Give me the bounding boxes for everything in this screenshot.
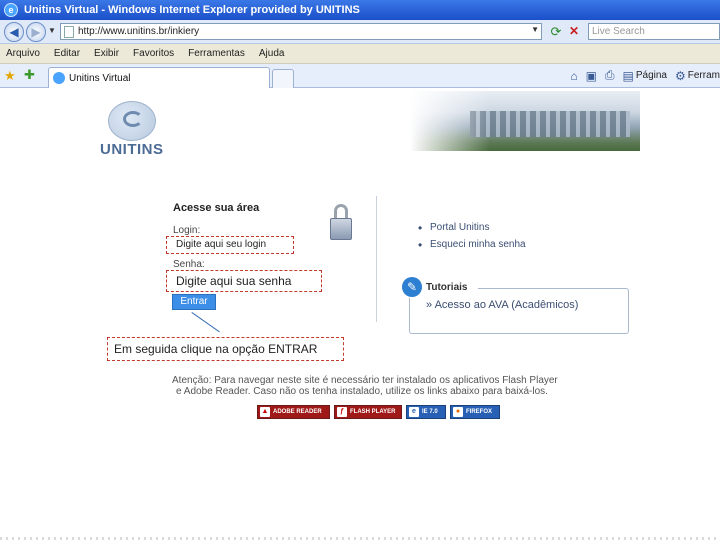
print-icon[interactable]: ⎙: [605, 68, 615, 83]
tab-unitins-virtual[interactable]: Unitins Virtual: [48, 67, 270, 88]
menu-item-arquivo[interactable]: Arquivo: [6, 48, 40, 59]
search-input[interactable]: Live Search: [588, 23, 720, 40]
ie7-label: IE 7.0: [422, 409, 438, 415]
notice-line-1: Atenção: Para navegar neste site é neces…: [172, 375, 558, 386]
history-dropdown-icon[interactable]: ▼: [48, 26, 56, 35]
flash-player-label: FLASH PLAYER: [350, 409, 396, 415]
password-label: Senha:: [173, 259, 205, 270]
favorites-star-icon[interactable]: ★: [4, 68, 16, 84]
address-toolbar: ◀ ▶ ▼ http://www.unitins.br/inkiery ▼ ⟳ …: [0, 20, 720, 44]
add-favorite-icon[interactable]: ✚: [24, 67, 35, 83]
ie-logo-icon: e: [409, 407, 419, 417]
instruction-callout: Em seguida clique na opção ENTRAR: [107, 337, 344, 361]
plugin-notice: Atenção: Para navegar neste site é neces…: [172, 375, 592, 397]
adobe-reader-button[interactable]: ▲ ADOBE READER: [257, 405, 330, 419]
window-title-bar: e Unitins Virtual - Windows Internet Exp…: [0, 0, 720, 20]
menu-item-editar[interactable]: Editar: [54, 48, 80, 59]
menu-item-exibir[interactable]: Exibir: [94, 48, 119, 59]
menu-item-ferramentas[interactable]: Ferramentas: [188, 48, 245, 59]
url-text: http://www.unitins.br/inkiery: [78, 26, 200, 37]
tab-bar: ★ ✚ Unitins Virtual ⌂ ▣ ⎙ ▤ Página ⚙ Fer…: [0, 64, 720, 88]
firefox-icon: ●: [453, 407, 463, 417]
logo-swirl-icon: [123, 111, 143, 127]
page-menu-label[interactable]: Página: [636, 70, 667, 81]
firefox-label: FIREFOX: [466, 409, 493, 415]
plugin-downloads: ▲ ADOBE READER ƒ FLASH PLAYER e IE 7.0 ●…: [257, 405, 504, 419]
link-forgot-password[interactable]: Esqueci minha senha: [418, 238, 526, 256]
tab-label: Unitins Virtual: [69, 72, 131, 84]
menu-item-ajuda[interactable]: Ajuda: [259, 48, 285, 59]
password-field[interactable]: Digite aqui sua senha: [166, 270, 322, 292]
wrench-icon: ✎: [402, 277, 422, 297]
login-label: Login:: [173, 225, 201, 236]
link-acesso-ava[interactable]: » Acesso ao AVA (Acadêmicos): [426, 299, 578, 311]
tab-favicon-icon: [53, 72, 65, 84]
section-divider: [376, 196, 377, 322]
site-header: UNITINS: [90, 91, 640, 158]
window-title: Unitins Virtual - Windows Internet Explo…: [24, 4, 360, 16]
link-portal-unitins[interactable]: Portal Unitins: [418, 221, 526, 239]
tools-menu-icon[interactable]: ⚙: [675, 69, 686, 83]
login-title: Acesse sua área: [173, 202, 260, 214]
ie-icon: e: [4, 3, 18, 17]
forward-button[interactable]: ▶: [26, 22, 46, 42]
feeds-icon[interactable]: ▣: [586, 69, 597, 83]
new-tab-button[interactable]: [272, 69, 294, 88]
entrar-button[interactable]: Entrar: [172, 294, 216, 310]
page-icon: [64, 25, 74, 38]
flash-icon: ƒ: [337, 407, 347, 417]
site-logo-text: UNITINS: [100, 141, 164, 158]
home-icon[interactable]: ⌂: [570, 69, 577, 83]
tutoriais-title: Tutoriais: [426, 281, 468, 293]
page-menu-icon[interactable]: ▤: [623, 69, 634, 83]
pdf-icon: ▲: [260, 407, 270, 417]
login-field[interactable]: Digite aqui seu login: [166, 236, 294, 254]
flash-player-button[interactable]: ƒ FLASH PLAYER: [334, 405, 402, 419]
chevron-down-icon[interactable]: ▼: [531, 25, 539, 34]
ie7-button[interactable]: e IE 7.0: [406, 405, 446, 419]
unitins-logo-emblem: [108, 101, 156, 141]
tutoriais-header: ✎ Tutoriais: [402, 276, 478, 298]
back-button[interactable]: ◀: [4, 22, 24, 42]
address-field[interactable]: http://www.unitins.br/inkiery ▼: [60, 23, 542, 40]
refresh-icon[interactable]: ⟳: [548, 24, 564, 40]
menu-bar: Arquivo Editar Exibir Favoritos Ferramen…: [0, 44, 720, 64]
menu-item-favoritos[interactable]: Favoritos: [133, 48, 174, 59]
callout-pointer: [191, 312, 220, 333]
page-viewport: UNITINS Acesse sua área Login: Digite aq…: [0, 89, 720, 540]
campus-building-image: [410, 91, 640, 151]
command-bar: ⌂ ▣ ⎙ ▤ Página ⚙ Ferram: [562, 68, 720, 83]
quick-links: Portal Unitins Esqueci minha senha: [418, 221, 526, 256]
tools-menu-label[interactable]: Ferram: [688, 70, 720, 81]
firefox-button[interactable]: ● FIREFOX: [450, 405, 500, 419]
adobe-reader-label: ADOBE READER: [273, 409, 322, 415]
lock-icon: [330, 204, 352, 240]
stop-icon[interactable]: ✕: [566, 24, 582, 40]
notice-line-2: e Adobe Reader. Caso não os tenha instal…: [176, 386, 548, 397]
